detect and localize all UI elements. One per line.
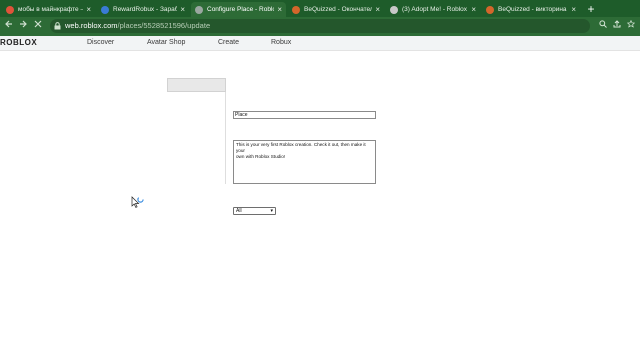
browser-tab-active[interactable]: Configure Place - Roblox × [191, 2, 286, 17]
new-tab-button[interactable]: + [584, 2, 598, 16]
tab-favicon-icon [6, 5, 14, 14]
busy-cursor-icon [131, 196, 145, 210]
place-description-textarea[interactable]: This is your very first Roblox creation.… [233, 140, 376, 184]
bookmark-star-icon[interactable] [625, 19, 637, 33]
url-host: web.roblox.com [65, 21, 118, 30]
roblox-nav-bar: ROBLOX Discover Avatar Shop Create Robux [0, 36, 640, 51]
tab-close-icon[interactable]: × [180, 5, 185, 14]
url-path: /places/5528521596/update [117, 21, 211, 30]
tab-close-icon[interactable]: × [471, 5, 476, 14]
nav-link-robux[interactable]: Robux [271, 39, 291, 46]
tab-favicon-icon [486, 5, 494, 14]
search-icon[interactable] [597, 19, 609, 33]
back-arrow-icon[interactable] [2, 19, 16, 33]
lock-icon [54, 19, 61, 36]
roblox-logo[interactable]: ROBLOX [0, 38, 37, 47]
browser-tab[interactable]: мобы в майнкрафте — × [2, 2, 95, 17]
tab-close-icon[interactable]: × [86, 5, 91, 14]
genre-select-value: All [236, 208, 242, 214]
tab-favicon-icon [101, 5, 109, 14]
tab-title: BeQuizzed - Окончател [304, 6, 373, 13]
tab-close-icon[interactable]: × [375, 5, 380, 14]
tab-title: мобы в майнкрафте — [18, 6, 84, 13]
sidebar-menu-header [167, 78, 226, 92]
tab-title: RewardRobux - Зарабо [113, 6, 178, 13]
browser-toolbar: web.roblox.com/places/5528521596/update [0, 17, 640, 36]
chevron-down-icon: ▾ [270, 208, 273, 214]
browser-tab[interactable]: RewardRobux - Зарабо × [97, 2, 189, 17]
tab-title: BeQuizzed - викторина [498, 6, 567, 13]
browser-tab[interactable]: BeQuizzed - Окончател × [288, 2, 384, 17]
share-icon[interactable] [611, 19, 623, 33]
genre-select[interactable]: All ▾ [233, 207, 276, 215]
tab-title: (3) Adopt Me! - Roblox [402, 6, 468, 13]
address-bar[interactable]: web.roblox.com/places/5528521596/update [50, 19, 590, 33]
close-icon[interactable] [31, 19, 45, 33]
tab-title: Configure Place - Roblox [207, 6, 275, 13]
forward-arrow-icon[interactable] [16, 19, 30, 33]
tab-favicon-icon [390, 5, 398, 14]
tab-close-icon[interactable]: × [571, 5, 576, 14]
nav-link-avatar-shop[interactable]: Avatar Shop [147, 39, 185, 46]
browser-tab-strip: мобы в майнкрафте — × RewardRobux - Зара… [0, 0, 640, 17]
sidebar-divider [225, 92, 226, 184]
tab-favicon-icon [292, 5, 300, 14]
tab-favicon-icon [195, 5, 203, 14]
nav-link-discover[interactable]: Discover [87, 39, 114, 46]
browser-tab[interactable]: (3) Adopt Me! - Roblox × [386, 2, 480, 17]
tab-close-icon[interactable]: × [277, 5, 282, 14]
nav-link-create[interactable]: Create [218, 39, 239, 46]
browser-tab[interactable]: BeQuizzed - викторина × [482, 2, 580, 17]
place-name-input[interactable]: Place [233, 111, 376, 119]
